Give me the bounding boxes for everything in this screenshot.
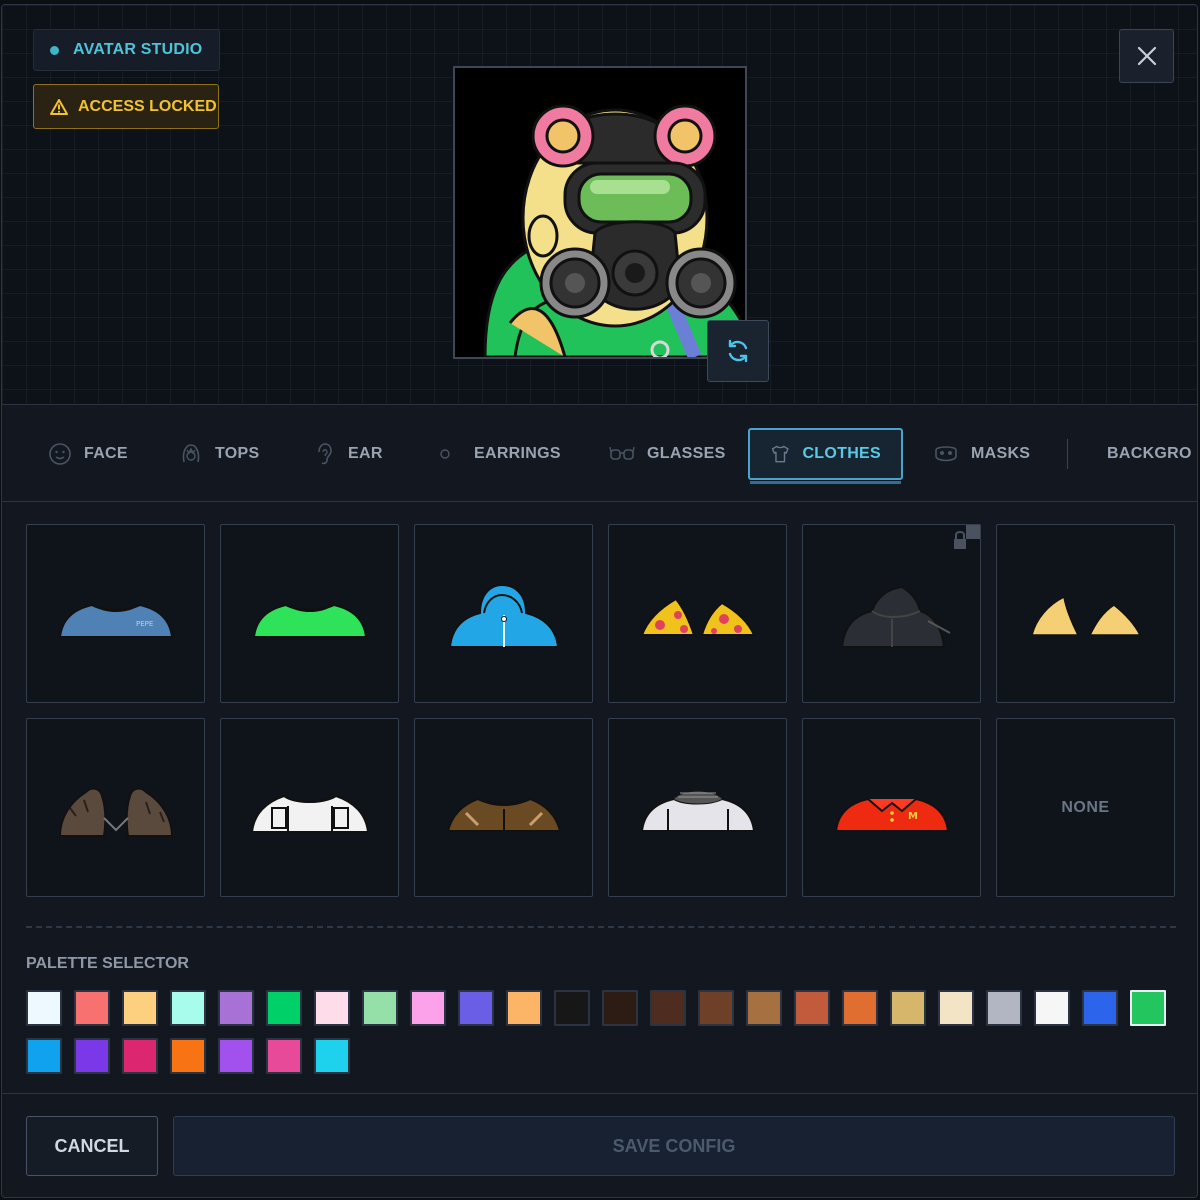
randomize-button[interactable] — [707, 320, 769, 382]
color-swatch[interactable] — [218, 990, 254, 1026]
color-swatch[interactable] — [410, 990, 446, 1026]
color-swatch[interactable] — [1130, 990, 1166, 1026]
color-swatch[interactable] — [650, 990, 686, 1026]
shirt-icon — [771, 445, 789, 463]
clothing-item-hawaiian-shirt[interactable] — [608, 524, 787, 703]
clothing-item-blue-tshirt[interactable]: PEPE — [26, 524, 205, 703]
close-icon — [1137, 46, 1156, 66]
clothing-item-green-tshirt[interactable] — [220, 524, 399, 703]
green-tshirt-thumbnail — [252, 603, 367, 638]
earring-icon — [440, 449, 450, 459]
studio-label: AVATAR STUDIO — [73, 41, 203, 58]
footer-bar: CANCEL SAVE CONFIG — [2, 1093, 1197, 1197]
cancel-button[interactable]: CANCEL — [26, 1116, 158, 1176]
tab-background[interactable]: BACKGRO — [1107, 428, 1192, 480]
none-label: NONE — [1061, 798, 1110, 816]
color-swatch[interactable] — [794, 990, 830, 1026]
warning-icon — [50, 98, 68, 115]
category-tabs: FACE TOPS EAR EARRINGS GLASSES CLOTHES M… — [2, 406, 1197, 502]
color-swatch[interactable] — [458, 990, 494, 1026]
color-swatch[interactable] — [74, 1038, 110, 1074]
clothing-item-white-vest[interactable] — [220, 718, 399, 897]
yellow-collar-thumbnail — [1030, 595, 1141, 636]
clothing-item-yellow-collar[interactable] — [996, 524, 1175, 703]
color-swatch[interactable] — [26, 1038, 62, 1074]
lock-icon — [954, 525, 980, 549]
palette-title: PALETTE SELECTOR — [26, 955, 189, 972]
color-swatch[interactable] — [602, 990, 638, 1026]
palette-swatches — [26, 990, 1176, 1074]
color-swatch[interactable] — [74, 990, 110, 1026]
color-swatch[interactable] — [170, 1038, 206, 1074]
brown-jacket-thumbnail — [446, 797, 561, 832]
color-swatch[interactable] — [314, 990, 350, 1026]
color-swatch[interactable] — [506, 990, 542, 1026]
color-swatch[interactable] — [218, 1038, 254, 1074]
color-swatch[interactable] — [266, 990, 302, 1026]
access-locked-badge: ACCESS LOCKED — [33, 84, 219, 129]
tab-separator — [1067, 439, 1068, 469]
hawaiian-shirt-thumbnail — [640, 597, 756, 636]
color-swatch[interactable] — [266, 1038, 302, 1074]
tab-tops[interactable]: TOPS — [179, 428, 259, 480]
hair-icon — [182, 444, 200, 463]
clothing-item-black-jacket[interactable] — [802, 524, 981, 703]
clothing-grid: PEPE M NONE — [26, 524, 1176, 897]
face-icon — [49, 443, 71, 465]
avatar-studio-window: AVATAR STUDIO ACCESS LOCKED FACE TOPS EA… — [1, 4, 1198, 1198]
glasses-icon — [609, 446, 635, 460]
studio-badge: AVATAR STUDIO — [33, 29, 220, 71]
tab-glasses[interactable]: GLASSES — [609, 428, 726, 480]
blue-hoodie-thumbnail — [448, 583, 559, 648]
clothing-item-mesh-shirt[interactable] — [608, 718, 787, 897]
tab-face[interactable]: FACE — [48, 428, 128, 480]
color-swatch[interactable] — [890, 990, 926, 1026]
preview-header: AVATAR STUDIO ACCESS LOCKED — [2, 5, 1197, 405]
mesh-shirt-thumbnail — [640, 791, 755, 832]
tab-masks[interactable]: MASKS — [933, 428, 1030, 480]
tab-clothes[interactable]: CLOTHES — [748, 428, 903, 484]
svg-text:PEPE: PEPE — [136, 620, 153, 628]
tab-earrings[interactable]: EARRINGS — [438, 428, 561, 480]
ear-icon — [318, 443, 332, 465]
clothing-item-none[interactable]: NONE — [996, 718, 1175, 897]
color-swatch[interactable] — [314, 1038, 350, 1074]
save-config-button[interactable]: SAVE CONFIG — [173, 1116, 1175, 1176]
color-swatch[interactable] — [1034, 990, 1070, 1026]
color-swatch[interactable] — [122, 1038, 158, 1074]
black-jacket-thumbnail — [840, 585, 950, 648]
avatar-image — [483, 104, 745, 357]
mask-icon — [935, 446, 957, 462]
clothing-item-brown-jacket[interactable] — [414, 718, 593, 897]
red-polo-thumbnail: M — [834, 797, 949, 832]
color-swatch[interactable] — [698, 990, 734, 1026]
color-swatch[interactable] — [938, 990, 974, 1026]
status-dot-icon — [50, 45, 59, 55]
color-swatch[interactable] — [170, 990, 206, 1026]
section-divider — [26, 926, 1176, 928]
color-swatch[interactable] — [362, 990, 398, 1026]
clothing-item-fur-coat[interactable] — [26, 718, 205, 897]
tab-ear[interactable]: EAR — [312, 428, 383, 480]
locked-label: ACCESS LOCKED — [78, 97, 217, 115]
color-swatch[interactable] — [842, 990, 878, 1026]
color-swatch[interactable] — [746, 990, 782, 1026]
color-swatch[interactable] — [26, 990, 62, 1026]
color-swatch[interactable] — [122, 990, 158, 1026]
clothing-item-blue-hoodie[interactable] — [414, 524, 593, 703]
color-swatch[interactable] — [554, 990, 590, 1026]
avatar-preview — [453, 66, 747, 359]
refresh-icon — [728, 339, 748, 363]
clothing-item-red-polo[interactable]: M — [802, 718, 981, 897]
close-button[interactable] — [1119, 29, 1174, 83]
fur-coat-thumbnail — [58, 787, 173, 837]
color-swatch[interactable] — [986, 990, 1022, 1026]
svg-text:M: M — [908, 811, 918, 822]
white-vest-thumbnail — [250, 794, 369, 833]
blue-tshirt-thumbnail: PEPE — [58, 603, 173, 638]
color-swatch[interactable] — [1082, 990, 1118, 1026]
